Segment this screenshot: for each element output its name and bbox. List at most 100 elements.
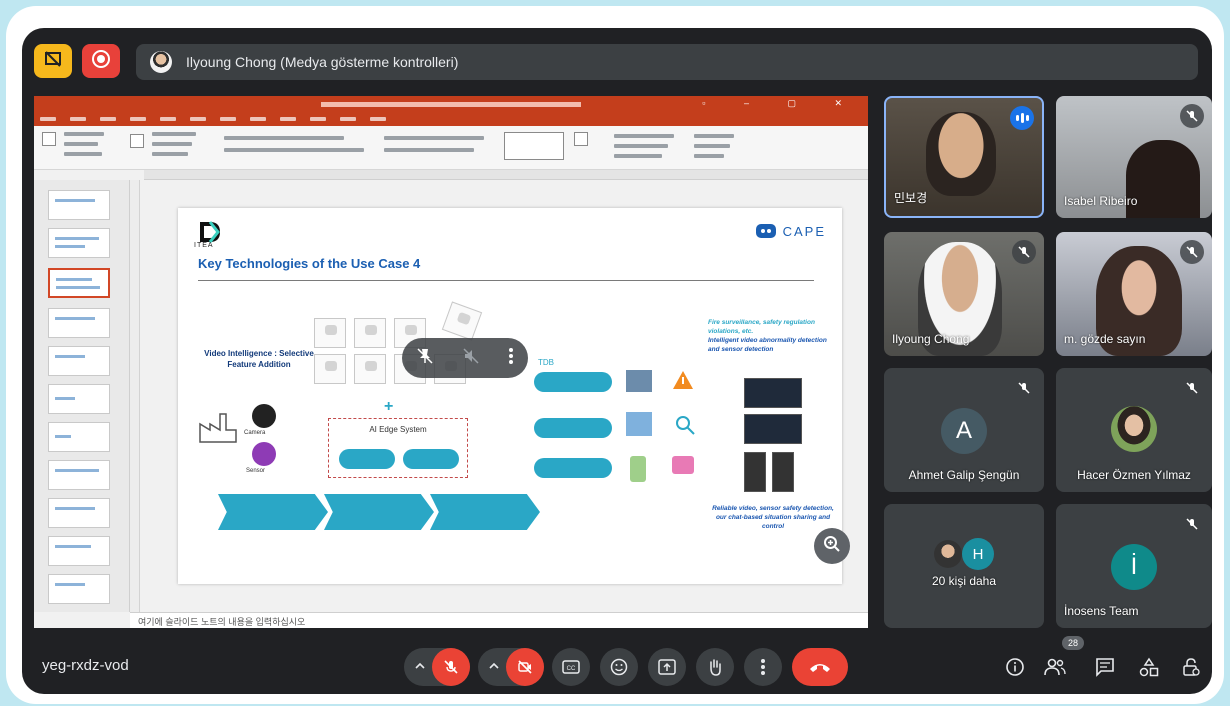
participant-video: [926, 112, 996, 196]
mic-off-icon: [1186, 110, 1198, 122]
chevron-up-icon[interactable]: [488, 659, 500, 677]
emoji-button[interactable]: [600, 648, 638, 686]
presenter-bar[interactable]: Ilyoung Chong (Medya gösterme kontroller…: [136, 44, 1198, 80]
participant-name: Ilyoung Chong: [892, 332, 970, 346]
slide-divider: [198, 280, 814, 281]
phone-screenshot: [744, 452, 766, 492]
sensor-node: [252, 442, 276, 466]
chevron-up-icon[interactable]: [414, 659, 426, 677]
cape-label: CAPE: [782, 223, 826, 239]
mic-control[interactable]: [404, 648, 470, 686]
raise-hand-button[interactable]: [696, 648, 734, 686]
present-off-icon: [44, 50, 62, 73]
present-button[interactable]: [648, 648, 686, 686]
phone-screenshot: [772, 452, 794, 492]
mute-indicator: [1180, 512, 1204, 536]
cape-icon: [755, 224, 776, 238]
phone-icon: [630, 456, 646, 482]
ppt-ribbon-tabs: [34, 112, 868, 126]
captions-button[interactable]: CC: [552, 648, 590, 686]
raise-hand-icon: [710, 659, 721, 676]
participant-name: Isabel Ribeiro: [1064, 194, 1138, 208]
sensor-label: Sensor: [246, 468, 266, 474]
thumbnail-scrollbar[interactable]: [130, 180, 140, 612]
meet-window: Ilyoung Chong (Medya gösterme kontroller…: [22, 28, 1212, 694]
chat-button[interactable]: [1092, 654, 1118, 680]
participant-tile-2[interactable]: Ilyoung Chong: [884, 232, 1044, 356]
activities-button[interactable]: [1136, 654, 1162, 680]
chat-bubble-icon: [672, 456, 694, 474]
participant-name: İnosens Team: [1064, 604, 1139, 618]
participant-name: m. gözde sayın: [1064, 332, 1146, 346]
ai-system-label: AI Edge System: [369, 425, 427, 434]
more-participants-label: 20 kişi daha: [931, 574, 997, 588]
participant-avatar: A: [941, 408, 987, 454]
host-controls-icon: [1183, 658, 1200, 676]
feature-box: [314, 354, 346, 384]
mic-off-icon: [444, 660, 458, 674]
participant-tile-4[interactable]: A Ahmet Galip Şengün: [884, 368, 1044, 492]
captions-icon: CC: [562, 660, 580, 674]
participant-avatar: [934, 540, 962, 568]
warning-icon: [673, 371, 693, 389]
mic-off-icon: [1018, 246, 1030, 258]
record-icon: [91, 49, 111, 74]
more-participants-tile[interactable]: H 20 kişi daha: [884, 504, 1044, 628]
process-step-3: [430, 494, 540, 530]
participant-avatar: İ: [1111, 544, 1157, 590]
participant-tile-3[interactable]: m. gözde sayın: [1056, 232, 1212, 356]
shared-screen: ▫ – ▢ ✕ ITEA CAPE Key Technologies of th…: [34, 96, 868, 628]
screenshot-thumb: [744, 414, 802, 444]
tdb-label: TDB: [538, 358, 554, 367]
ai-edge-system-box: AI Edge System: [328, 418, 468, 478]
speaking-indicator: [1010, 106, 1034, 130]
share-controls-overlay[interactable]: [402, 338, 528, 378]
camera-off-button[interactable]: [506, 648, 544, 686]
zoom-button[interactable]: [814, 528, 850, 564]
mic-off-icon: [1186, 246, 1198, 258]
process-step-2: [324, 494, 434, 530]
pin-off-icon[interactable]: [416, 347, 434, 370]
participant-tile-0[interactable]: 민보경: [884, 96, 1044, 218]
people-icon: [1044, 658, 1066, 676]
participant-name: Hacer Özmen Yılmaz: [1077, 468, 1191, 482]
more-vert-icon: [761, 659, 765, 675]
present-off-button[interactable]: [34, 44, 72, 78]
camera-label: Camera: [244, 430, 266, 436]
mute-indicator: [1180, 376, 1204, 400]
participant-name: Ahmet Galip Şengün: [908, 468, 1020, 482]
activities-icon: [1139, 657, 1159, 677]
mute-indicator: [1180, 104, 1204, 128]
volume-off-icon[interactable]: [462, 347, 480, 370]
people-button[interactable]: [1042, 654, 1068, 680]
end-call-button[interactable]: [792, 648, 848, 686]
mute-indicator: [1012, 240, 1036, 264]
meeting-info-button[interactable]: [1002, 654, 1028, 680]
participant-tile-7[interactable]: İ İnosens Team: [1056, 504, 1212, 628]
mic-off-icon: [1186, 382, 1198, 394]
mic-off-icon: [1018, 382, 1030, 394]
mic-off-button[interactable]: [432, 648, 470, 686]
camera-off-icon: [518, 660, 532, 674]
camera-control[interactable]: [478, 648, 544, 686]
more-vert-icon[interactable]: [508, 347, 514, 370]
feature-box: [354, 354, 386, 384]
ppt-titlebar: ▫ – ▢ ✕: [34, 96, 868, 112]
participant-tile-1[interactable]: Isabel Ribeiro: [1056, 96, 1212, 218]
host-controls-button[interactable]: [1178, 654, 1204, 680]
feature-box: [441, 301, 483, 341]
dashboard-icon: [626, 412, 652, 436]
record-button[interactable]: [82, 44, 120, 78]
active-thumbnail[interactable]: [48, 268, 110, 298]
video-safety-pill: [339, 449, 395, 469]
more-options-button[interactable]: [744, 648, 782, 686]
slide-title: Key Technologies of the Use Case 4: [198, 256, 421, 271]
slide-thumbnails[interactable]: [34, 180, 130, 612]
bullet-2: Intelligent video abnormality detection …: [708, 337, 827, 353]
participant-avatar: [1111, 406, 1157, 452]
slide-notes[interactable]: 여기에 슬라이드 노트의 내용을 입력하십시오: [130, 612, 868, 628]
participant-tile-5[interactable]: Hacer Özmen Yılmaz: [1056, 368, 1212, 492]
slide-bottom-note: Reliable video, sensor safety detection,…: [712, 505, 834, 530]
flow-pill: [534, 372, 612, 392]
emoji-icon: [610, 658, 628, 676]
